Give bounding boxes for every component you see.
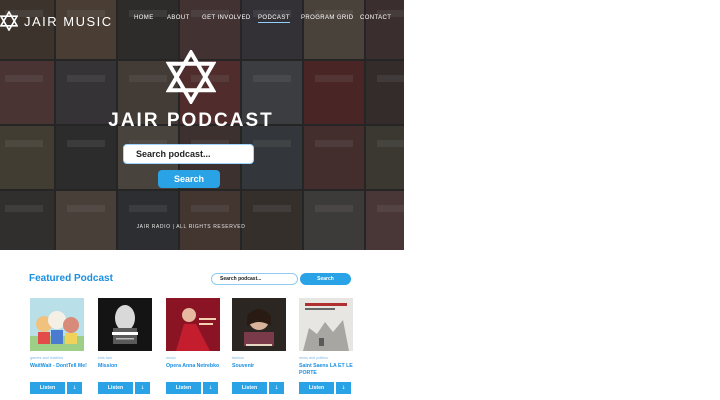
listen-button[interactable]: Listen bbox=[166, 382, 201, 394]
hero-search-input[interactable] bbox=[123, 144, 254, 164]
podcast-category: fashion bbox=[232, 356, 245, 360]
podcast-title[interactable]: Mission bbox=[98, 363, 158, 370]
nav-item-home[interactable]: HOME bbox=[134, 15, 154, 21]
listen-button[interactable]: Listen bbox=[98, 382, 133, 394]
podcast-category: music bbox=[166, 356, 176, 360]
download-arrow-icon[interactable]: ↓ bbox=[203, 382, 218, 394]
podcast-cover[interactable] bbox=[166, 298, 220, 351]
podcast-card: news and politics Saint Saens LA ET LE P… bbox=[299, 298, 353, 398]
podcast-card: kids fam Mission Listen ↓ bbox=[98, 298, 152, 398]
download-arrow-icon[interactable]: ↓ bbox=[336, 382, 351, 394]
download-arrow-icon[interactable]: ↓ bbox=[135, 382, 150, 394]
listen-button[interactable]: Listen bbox=[299, 382, 334, 394]
download-arrow-icon[interactable]: ↓ bbox=[269, 382, 284, 394]
main-nav: HOME ABOUT GET INVOLVED PODCAST PROGRAM … bbox=[0, 15, 404, 27]
hero-footer-text: JAIR RADIO | ALL RIGHTS RESERVED bbox=[136, 224, 246, 230]
page: JAIR MUSIC HOME ABOUT GET INVOLVED PODCA… bbox=[0, 0, 720, 400]
podcast-category: kids fam bbox=[98, 356, 113, 360]
page-title: JAIR PODCAST bbox=[108, 110, 274, 131]
nav-item-podcast[interactable]: PODCAST bbox=[258, 15, 290, 23]
nav-item-about[interactable]: ABOUT bbox=[167, 15, 190, 21]
podcast-card: music Opera Anna Netrebko Listen ↓ bbox=[166, 298, 220, 398]
nav-item-get-involved[interactable]: GET INVOLVED bbox=[202, 15, 251, 21]
download-arrow-icon[interactable]: ↓ bbox=[67, 382, 82, 394]
listen-button[interactable]: Listen bbox=[30, 382, 65, 394]
podcast-card: fashion Souvenir Listen ↓ bbox=[232, 298, 286, 398]
featured-heading: Featured Podcast bbox=[29, 273, 113, 284]
star-of-david-icon bbox=[166, 50, 216, 104]
nav-item-contact[interactable]: CONTACT bbox=[360, 15, 391, 21]
listen-button[interactable]: Listen bbox=[232, 382, 267, 394]
hero-search-button[interactable]: Search bbox=[158, 170, 220, 188]
top-navigation-bar: JAIR MUSIC HOME ABOUT GET INVOLVED PODCA… bbox=[0, 0, 404, 40]
podcast-title[interactable]: Souvenir bbox=[232, 363, 292, 370]
featured-search-input[interactable] bbox=[211, 273, 298, 285]
podcast-card: games and hobbies WaitWait - DontTell Me… bbox=[30, 298, 87, 398]
podcast-category: news and politics bbox=[299, 356, 328, 360]
podcast-title[interactable]: WaitWait - DontTell Me! bbox=[30, 363, 90, 370]
podcast-cover[interactable] bbox=[232, 298, 286, 351]
podcast-cover[interactable] bbox=[299, 298, 353, 351]
podcast-cover[interactable] bbox=[98, 298, 152, 351]
nav-item-program-grid[interactable]: PROGRAM GRID bbox=[301, 15, 353, 21]
featured-search-button[interactable]: Search bbox=[300, 273, 351, 285]
podcast-category: games and hobbies bbox=[30, 356, 64, 360]
podcast-title[interactable]: Saint Saens LA ET LE PORTE bbox=[299, 363, 359, 377]
podcast-title[interactable]: Opera Anna Netrebko bbox=[166, 363, 226, 370]
podcast-cover[interactable] bbox=[30, 298, 84, 351]
hero-banner: JAIR MUSIC HOME ABOUT GET INVOLVED PODCA… bbox=[0, 0, 404, 250]
